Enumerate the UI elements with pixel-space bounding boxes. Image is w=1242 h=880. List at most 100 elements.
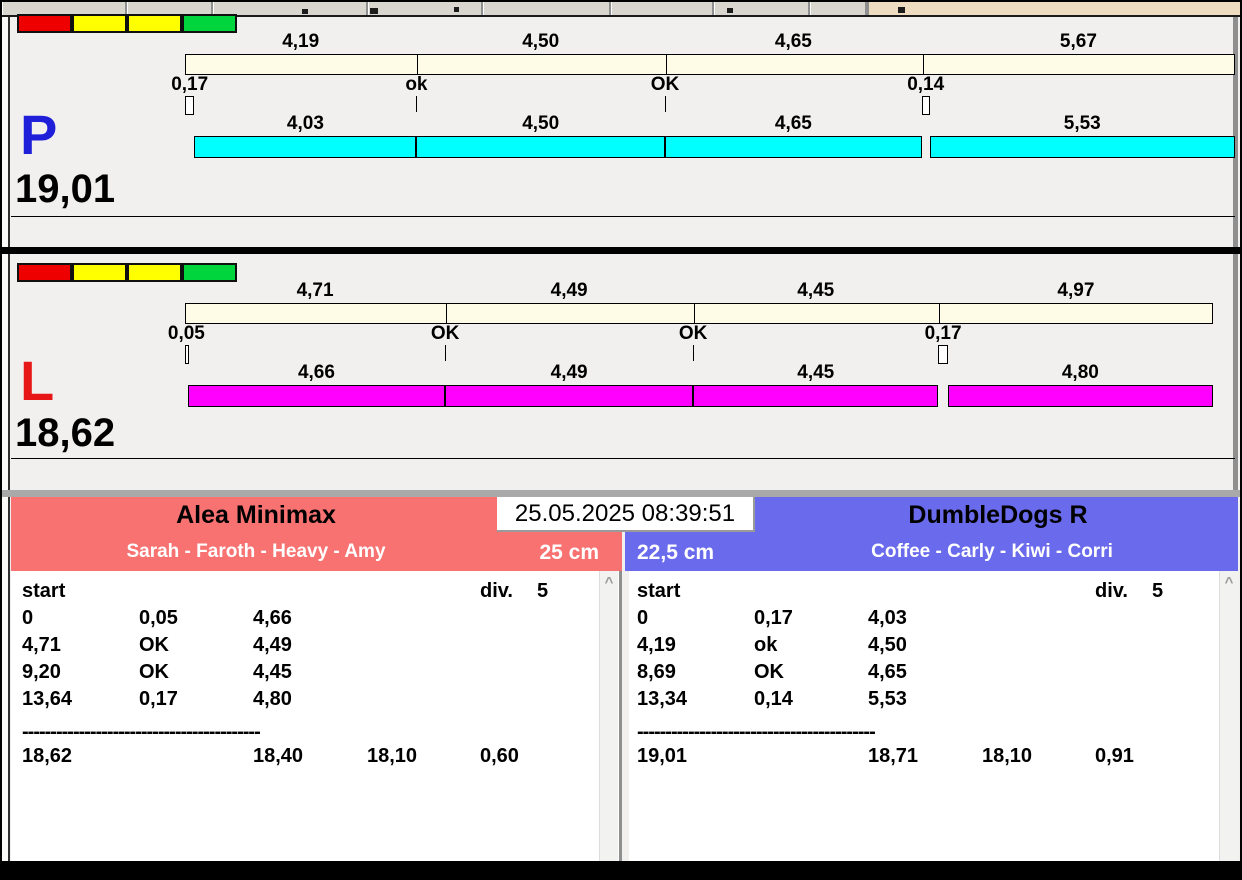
clipped-text-mark bbox=[454, 7, 459, 12]
table-total: 18,40 bbox=[253, 745, 304, 767]
table-cell: 4,45 bbox=[253, 661, 292, 683]
table-cell: OK bbox=[139, 661, 169, 683]
crossing-fault-box bbox=[185, 345, 189, 364]
clock: 25.05.2025 08:39:51 bbox=[497, 497, 755, 532]
clipped-text-mark bbox=[370, 8, 378, 14]
table-cell: 9,20 bbox=[22, 661, 61, 683]
status-light bbox=[182, 263, 237, 282]
split-divider bbox=[922, 55, 924, 74]
dog-time-label: 4,03 bbox=[286, 113, 324, 134]
table-total: 18,10 bbox=[982, 745, 1033, 767]
split-time-label: 4,49 bbox=[550, 280, 588, 301]
crossing-label: 0,05 bbox=[167, 323, 205, 344]
team-left-results-table bbox=[11, 571, 619, 861]
status-light bbox=[72, 14, 127, 33]
crossing-fault-box bbox=[921, 96, 930, 115]
table-start-label: start bbox=[22, 580, 66, 602]
crossing-label: ok bbox=[405, 74, 428, 95]
scroll-up-icon[interactable]: ^ bbox=[1220, 575, 1238, 590]
table-total: 19,01 bbox=[637, 745, 688, 767]
dog-time-label: 5,53 bbox=[1063, 113, 1101, 134]
split-bar bbox=[185, 303, 1214, 324]
split-time-label: 4,97 bbox=[1057, 280, 1095, 301]
table-div-label: div. bbox=[1095, 580, 1128, 602]
table-cell: 0,05 bbox=[139, 607, 178, 629]
dog-time-label: 4,45 bbox=[797, 362, 835, 383]
table-cell: 4,80 bbox=[253, 688, 292, 710]
lane-separator bbox=[2, 247, 1240, 254]
team-right-jump-height: 22,5 cm bbox=[637, 541, 715, 564]
table-div-value: 5 bbox=[537, 580, 549, 602]
crossing-label: 0,17 bbox=[171, 74, 209, 95]
table-cell: ok bbox=[754, 634, 778, 656]
lane-label: L bbox=[20, 349, 55, 412]
left-table-scrollbar[interactable]: ^ bbox=[599, 571, 618, 861]
split-divider bbox=[694, 304, 696, 323]
toolbar-button[interactable] bbox=[810, 2, 867, 15]
table-cell: 4,66 bbox=[253, 607, 292, 629]
split-bar bbox=[185, 54, 1235, 75]
table-cell: 0 bbox=[637, 607, 649, 629]
dog-time-label: 4,66 bbox=[297, 362, 335, 383]
status-light bbox=[17, 263, 72, 282]
team-left-dogs: Sarah - Faroth - Heavy - Amy bbox=[126, 541, 386, 562]
team-right-results-table bbox=[629, 571, 1238, 861]
table-cell: OK bbox=[139, 634, 169, 656]
lane-total-time: 18,62 bbox=[15, 411, 116, 455]
right-table-scrollbar[interactable]: ^ bbox=[1219, 571, 1238, 861]
split-time-label: 4,71 bbox=[296, 280, 334, 301]
dog-time-label: 4,50 bbox=[522, 113, 560, 134]
table-cell: 0 bbox=[22, 607, 34, 629]
table-total: 18,71 bbox=[868, 745, 919, 767]
dog-time-label: 4,49 bbox=[550, 362, 588, 383]
scroll-up-icon[interactable]: ^ bbox=[600, 575, 618, 590]
table-cell: 4,03 bbox=[868, 607, 907, 629]
status-light bbox=[72, 263, 127, 282]
table-cell: 13,64 bbox=[22, 688, 73, 710]
bottom-status-bar bbox=[2, 861, 1240, 878]
table-cell: 4,65 bbox=[868, 661, 907, 683]
table-cell: 0,17 bbox=[754, 607, 793, 629]
toolbar-button[interactable] bbox=[368, 2, 483, 15]
clipped-text-mark bbox=[898, 7, 905, 13]
split-divider bbox=[665, 55, 667, 74]
team-left-jump-height: 25 cm bbox=[539, 541, 599, 564]
dog-time-label: 4,65 bbox=[774, 113, 812, 134]
split-time-label: 4,45 bbox=[797, 280, 835, 301]
dog-run-segment bbox=[194, 136, 417, 158]
dog-time-label: 4,80 bbox=[1061, 362, 1099, 383]
table-separator: ----------------------------------------… bbox=[637, 721, 876, 743]
table-start-label: start bbox=[637, 580, 681, 602]
table-separator: ----------------------------------------… bbox=[22, 721, 261, 743]
window-left-edge bbox=[8, 17, 10, 861]
table-cell: 5,53 bbox=[868, 688, 907, 710]
flyball-timing-window: P 19,01 4,19 4,50 4,65 5,67 0,17 ok OK 0,14 4,03 4,… bbox=[0, 0, 1242, 880]
toolbar-button[interactable] bbox=[483, 2, 611, 15]
lane-label: P bbox=[20, 103, 58, 166]
table-total: 0,91 bbox=[1095, 745, 1134, 767]
table-cell: 8,69 bbox=[637, 661, 676, 683]
table-cell: 4,49 bbox=[253, 634, 292, 656]
table-div-label: div. bbox=[480, 580, 513, 602]
dog-run-segment bbox=[947, 385, 1213, 407]
section-divider bbox=[2, 490, 1240, 497]
clipped-text-mark bbox=[727, 8, 733, 13]
dog-run-segment bbox=[664, 136, 922, 158]
crossing-label: 0,17 bbox=[924, 323, 962, 344]
dog-run-segment bbox=[929, 136, 1235, 158]
status-light bbox=[127, 263, 182, 282]
dog-run-segment bbox=[445, 385, 694, 407]
status-light bbox=[182, 14, 237, 33]
table-divider bbox=[619, 571, 622, 861]
team-left-name: Alea Minimax bbox=[176, 501, 336, 529]
crossing-label: OK bbox=[430, 323, 460, 344]
table-cell: 4,19 bbox=[637, 634, 676, 656]
split-time-label: 4,65 bbox=[774, 31, 812, 52]
toolbar-button[interactable] bbox=[611, 2, 714, 15]
dog-run-segment bbox=[187, 385, 446, 407]
crossing-fault-box bbox=[938, 345, 948, 364]
window-right-edge bbox=[1233, 17, 1238, 494]
split-time-label: 4,50 bbox=[522, 31, 560, 52]
table-cell: 4,50 bbox=[868, 634, 907, 656]
split-divider bbox=[446, 304, 448, 323]
